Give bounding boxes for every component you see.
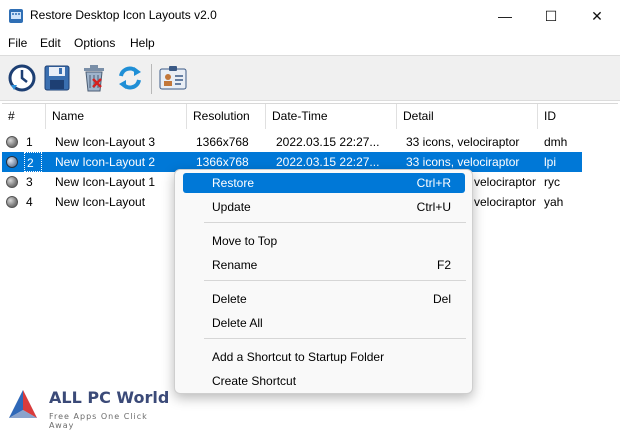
row-num: 3 [26,175,33,189]
close-button[interactable]: ✕ [574,0,620,32]
menu-separator [204,280,466,281]
column-header-num[interactable]: # [2,104,46,129]
allpcworld-logo-icon [9,390,37,418]
row-id: dmh [544,135,568,149]
maximize-button[interactable]: ☐ [528,0,574,32]
column-header-detail[interactable]: Detail [397,104,538,129]
watermark-subtitle: Free Apps One Click Away [49,412,148,430]
row-name: New Icon-Layout 2 [55,155,156,169]
column-header-resolution[interactable]: Resolution [187,104,266,129]
menu-item-delete-all[interactable]: Delete All [183,313,465,333]
row-name: New Icon-Layout 1 [55,175,156,189]
menu-file[interactable]: File [8,36,27,50]
row-name: New Icon-Layout [55,195,146,209]
menu-item-restore[interactable]: Restore Ctrl+R [183,173,465,193]
refresh-arrows-icon[interactable] [114,62,146,94]
window-title: Restore Desktop Icon Layouts v2.0 [30,8,217,22]
toolbar-separator [151,64,152,94]
column-header-datetime[interactable]: Date-Time [266,104,397,129]
menu-item-update[interactable]: Update Ctrl+U [183,197,465,217]
status-dot-icon [6,176,18,188]
watermark: ALL PC World Free Apps One Click Away [5,384,175,430]
row-num: 2 [24,152,42,172]
row-resolution: 1366x768 [196,135,249,149]
row-name: New Icon-Layout 3 [55,135,156,149]
menu-item-rename[interactable]: Rename F2 [183,255,465,275]
restore-clock-icon[interactable] [6,62,38,94]
row-detail: 33 icons, velociraptor [406,135,520,149]
save-disk-icon[interactable] [41,62,73,94]
menu-item-add-startup-shortcut[interactable]: Add a Shortcut to Startup Folder [183,347,465,367]
menu-item-label: Rename [212,258,258,272]
menu-item-label: Delete All [212,316,263,330]
row-detail: velociraptor [474,195,537,209]
menu-separator [204,338,466,339]
menu-item-shortcut: F2 [436,258,451,272]
menu-edit[interactable]: Edit [40,36,61,50]
title-bar: Restore Desktop Icon Layouts v2.0 — ☐ ✕ [0,0,620,32]
menu-options[interactable]: Options [74,36,115,50]
menu-item-shortcut: Del [432,292,451,306]
menu-item-move-to-top[interactable]: Move to Top [183,231,465,251]
menu-separator [204,222,466,223]
context-menu: Restore Ctrl+R Update Ctrl+U Move to Top… [174,169,473,394]
row-datetime: 2022.03.15 22:27... [276,135,380,149]
row-id: ryc [544,175,560,189]
menu-item-shortcut: Ctrl+R [416,176,451,190]
row-id: yah [544,195,564,209]
row-id: lpi [544,155,557,169]
table-row[interactable]: 1 New Icon-Layout 3 1366x768 2022.03.15 … [2,132,582,152]
menu-item-label: Delete [212,292,247,306]
toolbar [0,55,620,101]
watermark-title: ALL PC World [49,388,170,407]
menu-help[interactable]: Help [130,36,155,50]
row-num: 1 [26,135,33,149]
row-num: 4 [26,195,33,209]
menu-item-label: Restore [212,176,255,190]
row-detail: velociraptor [474,175,537,189]
id-card-icon[interactable] [157,62,189,94]
menu-item-label: Create Shortcut [212,374,297,388]
status-dot-icon [6,156,18,168]
delete-trash-icon[interactable] [78,62,110,94]
minimize-button[interactable]: — [482,0,528,32]
status-dot-icon [6,196,18,208]
column-header-id[interactable]: ID [538,104,582,129]
menu-item-delete[interactable]: Delete Del [183,289,465,309]
menu-item-label: Update [212,200,251,214]
menu-item-label: Move to Top [212,234,278,248]
column-header-name[interactable]: Name [46,104,187,129]
status-dot-icon [6,136,18,148]
menu-item-create-shortcut[interactable]: Create Shortcut [183,371,465,391]
menu-bar: File Edit Options Help [0,33,620,53]
menu-item-label: Add a Shortcut to Startup Folder [212,350,385,364]
menu-item-shortcut: Ctrl+U [416,200,451,214]
list-header: # Name Resolution Date-Time Detail ID [2,104,618,129]
app-icon [9,9,23,23]
